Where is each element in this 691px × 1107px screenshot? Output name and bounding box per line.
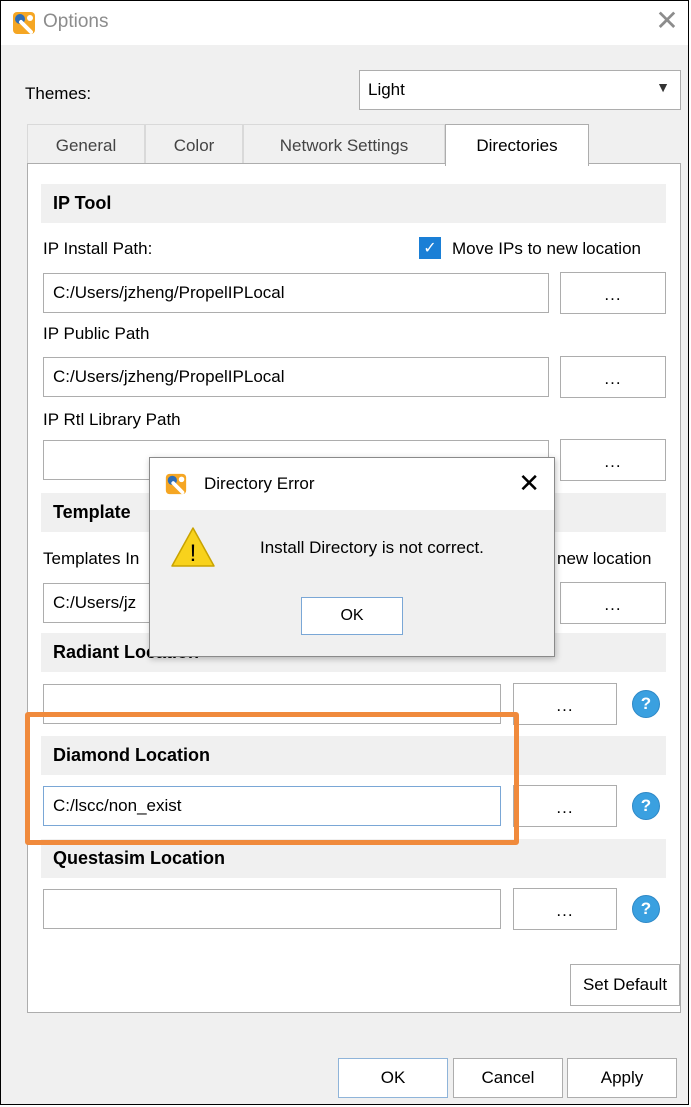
ip-rtl-browse-button[interactable]: ... xyxy=(560,439,666,481)
diamond-location-input[interactable]: C:/lscc/non_exist xyxy=(43,786,501,826)
questasim-location-header: Questasim Location xyxy=(41,839,666,878)
apply-button[interactable]: Apply xyxy=(567,1058,677,1098)
title-bar: Options ✕ xyxy=(1,1,688,45)
svg-text:!: ! xyxy=(190,540,197,567)
app-wrench-icon xyxy=(13,12,35,34)
window-close-button[interactable]: ✕ xyxy=(652,6,682,36)
dialog-message: Install Directory is not correct. xyxy=(260,538,484,557)
radiant-browse-button[interactable]: ... xyxy=(513,683,617,725)
ip-install-browse-button[interactable]: ... xyxy=(560,272,666,314)
templates-browse-button[interactable]: ... xyxy=(560,582,666,624)
questasim-help-icon[interactable]: ? xyxy=(632,895,660,923)
templates-install-label: Templates In xyxy=(43,549,140,568)
ip-public-path-label: IP Public Path xyxy=(43,324,150,343)
diamond-browse-button[interactable]: ... xyxy=(513,785,617,827)
app-wrench-icon xyxy=(165,473,187,495)
ip-public-path-input[interactable]: C:/Users/jzheng/PropelIPLocal xyxy=(43,357,549,397)
dropdown-arrow-icon: ▼ xyxy=(656,79,670,95)
diamond-location-header: Diamond Location xyxy=(41,736,666,775)
radiant-location-input[interactable] xyxy=(43,684,501,724)
move-ips-label: Move IPs to new location xyxy=(452,239,641,258)
move-ips-checkbox[interactable]: ✓ xyxy=(419,237,441,259)
ip-tool-header: IP Tool xyxy=(41,184,666,223)
diamond-help-icon[interactable]: ? xyxy=(632,792,660,820)
set-default-button[interactable]: Set Default xyxy=(570,964,680,1006)
questasim-browse-button[interactable]: ... xyxy=(513,888,617,930)
warning-icon: ! xyxy=(171,527,215,567)
dialog-title-bar: Directory Error ✕ xyxy=(150,458,554,510)
window-title: Options xyxy=(43,11,109,32)
tab-directories[interactable]: Directories xyxy=(445,124,589,166)
ip-public-browse-button[interactable]: ... xyxy=(560,356,666,398)
dialog-ok-button[interactable]: OK xyxy=(301,597,403,635)
ok-button[interactable]: OK xyxy=(338,1058,448,1098)
cancel-button[interactable]: Cancel xyxy=(453,1058,563,1098)
questasim-location-input[interactable] xyxy=(43,889,501,929)
dialog-title: Directory Error xyxy=(204,474,315,493)
themes-selected-value: Light xyxy=(368,80,405,99)
directory-error-dialog: Directory Error ✕ ! Install Directory is… xyxy=(149,457,555,657)
templates-move-label: new location xyxy=(557,549,652,568)
dialog-close-button[interactable]: ✕ xyxy=(518,468,540,498)
tab-general[interactable]: General xyxy=(27,124,145,164)
ip-install-path-input[interactable]: C:/Users/jzheng/PropelIPLocal xyxy=(43,273,549,313)
themes-label: Themes: xyxy=(25,84,92,103)
options-window: Options ✕ Themes: Light ▼ General Color … xyxy=(0,0,689,1105)
tab-color[interactable]: Color xyxy=(145,124,243,164)
radiant-help-icon[interactable]: ? xyxy=(632,690,660,718)
themes-select[interactable]: Light ▼ xyxy=(359,70,681,110)
ip-rtl-library-path-label: IP Rtl Library Path xyxy=(43,410,181,429)
ip-install-path-label: IP Install Path: xyxy=(43,239,153,258)
tab-network-settings[interactable]: Network Settings xyxy=(243,124,445,164)
